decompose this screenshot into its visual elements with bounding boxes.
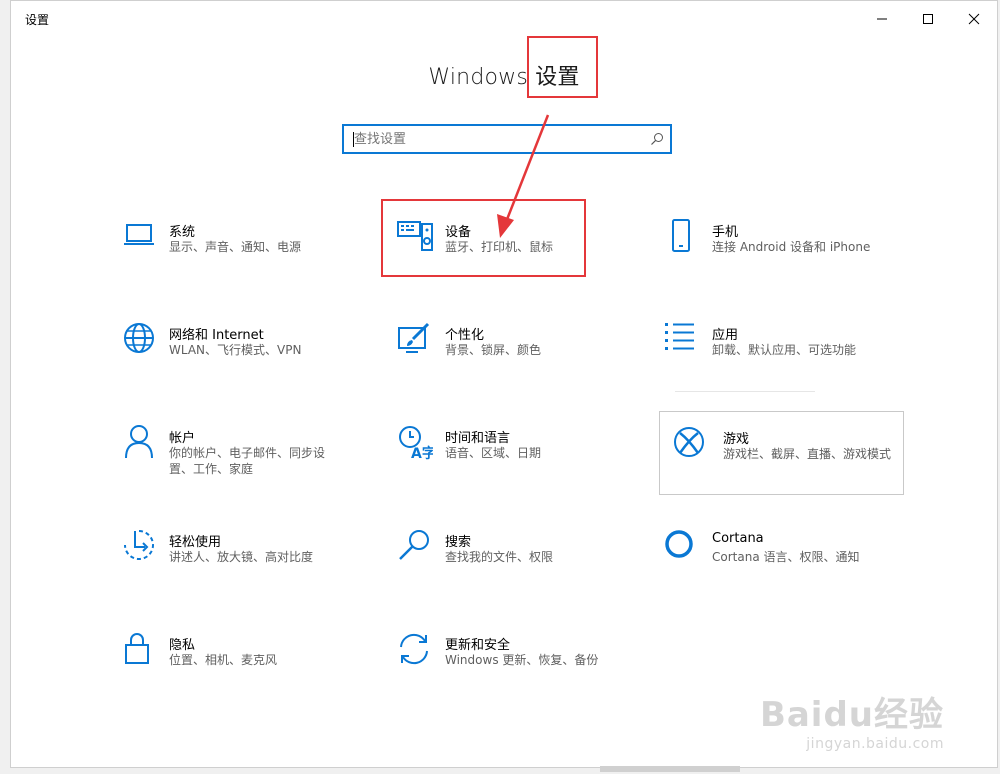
tile-subtitle: 卸载、默认应用、可选功能 bbox=[712, 343, 857, 357]
tile-subtitle: 背景、锁屏、颜色 bbox=[445, 343, 542, 357]
tile-update-security[interactable]: 更新和安全 Windows 更新、恢复、备份 bbox=[397, 632, 647, 714]
xbox-icon bbox=[674, 427, 704, 457]
tile-subtitle: 查找我的文件、权限 bbox=[445, 550, 554, 564]
window-controls bbox=[859, 1, 997, 37]
page-title: Windows 设置 bbox=[428, 65, 580, 90]
laptop-icon bbox=[124, 224, 154, 245]
person-icon bbox=[125, 425, 153, 459]
tile-subtitle: 位置、相机、麦克风 bbox=[169, 653, 278, 667]
search-input[interactable] bbox=[344, 126, 670, 152]
ease-of-access-icon bbox=[124, 530, 154, 560]
cortana-circle-icon bbox=[665, 530, 693, 558]
tile-title: 应用 bbox=[712, 328, 739, 343]
tile-title: 时间和语言 bbox=[445, 431, 511, 446]
watermark: Baidu经验 jingyan.baidu.com bbox=[760, 687, 944, 752]
maximize-icon bbox=[923, 14, 933, 24]
tile-title: 轻松使用 bbox=[169, 535, 222, 550]
tile-title: 游戏 bbox=[723, 432, 750, 447]
tile-title: 更新和安全 bbox=[445, 638, 511, 653]
search-box[interactable] bbox=[342, 124, 672, 154]
tile-network[interactable]: 网络和 Internet WLAN、飞行模式、VPN bbox=[121, 322, 371, 404]
divider bbox=[675, 391, 815, 392]
tile-subtitle: 游戏栏、截屏、直播、游戏模式 bbox=[723, 447, 892, 461]
tile-title: 手机 bbox=[712, 225, 739, 240]
tile-title: 网络和 Internet bbox=[169, 328, 264, 343]
tile-subtitle: 讲述人、放大镜、高对比度 bbox=[169, 550, 314, 564]
time-language-icon: A字 bbox=[399, 426, 433, 461]
tile-personalization[interactable]: 个性化 背景、锁屏、颜色 bbox=[397, 322, 647, 404]
magnifier-icon bbox=[399, 530, 429, 560]
close-icon bbox=[968, 13, 980, 25]
title-bar[interactable]: 设置 bbox=[11, 1, 997, 37]
tile-title: 系统 bbox=[169, 225, 196, 240]
tile-title: 搜索 bbox=[445, 535, 472, 550]
tile-subtitle: 连接 Android 设备和 iPhone bbox=[712, 240, 871, 254]
globe-icon bbox=[124, 323, 154, 353]
tile-title: 隐私 bbox=[169, 638, 196, 653]
tile-search[interactable]: 搜索 查找我的文件、权限 bbox=[397, 529, 647, 611]
minimize-button[interactable] bbox=[859, 1, 905, 37]
tile-time-language[interactable]: A字 时间和语言 语音、区域、日期 bbox=[397, 425, 647, 507]
tile-subtitle: 显示、声音、通知、电源 bbox=[169, 240, 302, 254]
taskbar-fragment bbox=[600, 766, 740, 772]
watermark-logo: Baidu经验 bbox=[759, 695, 944, 735]
tile-title: 帐户 bbox=[169, 431, 196, 446]
tile-subtitle: Cortana 语言、权限、通知 bbox=[712, 550, 860, 564]
maximize-button[interactable] bbox=[905, 1, 951, 37]
tile-accounts[interactable]: 帐户 你的帐户、电子邮件、同步设置、工作、家庭 bbox=[121, 425, 371, 507]
paint-brush-icon bbox=[398, 322, 430, 353]
lock-icon bbox=[125, 633, 149, 664]
close-button[interactable] bbox=[951, 1, 997, 37]
svg-text:A字: A字 bbox=[411, 445, 433, 461]
app-list-icon bbox=[665, 323, 694, 350]
tile-subtitle: WLAN、飞行模式、VPN bbox=[169, 343, 302, 357]
refresh-arrows-icon bbox=[400, 633, 428, 665]
settings-window: 设置 Windows 设置 系统 显示、声音、通知、电源 bbox=[10, 0, 998, 768]
tile-cortana[interactable]: Cortana Cortana 语言、权限、通知 bbox=[664, 529, 914, 611]
search-icon[interactable] bbox=[650, 132, 664, 146]
tile-privacy[interactable]: 隐私 位置、相机、麦克风 bbox=[121, 632, 371, 714]
phone-icon bbox=[672, 219, 690, 252]
tile-phone[interactable]: 手机 连接 Android 设备和 iPhone bbox=[664, 219, 914, 301]
text-caret bbox=[353, 132, 354, 147]
tile-ease-of-access[interactable]: 轻松使用 讲述人、放大镜、高对比度 bbox=[121, 529, 371, 611]
tile-system[interactable]: 系统 显示、声音、通知、电源 bbox=[121, 219, 371, 301]
annotation-box-devices bbox=[381, 199, 586, 277]
tile-subtitle: 语音、区域、日期 bbox=[445, 446, 542, 460]
annotation-box-title bbox=[527, 36, 598, 98]
minimize-icon bbox=[877, 18, 887, 20]
tile-title: 个性化 bbox=[445, 328, 485, 343]
window-title: 设置 bbox=[25, 13, 50, 27]
tile-subtitle: 你的帐户、电子邮件、同步设置、工作、家庭 bbox=[169, 446, 326, 476]
tile-title: Cortana bbox=[712, 531, 764, 546]
tile-subtitle: Windows 更新、恢复、备份 bbox=[445, 653, 599, 667]
tile-gaming[interactable]: 游戏 游戏栏、截屏、直播、游戏模式 bbox=[659, 411, 904, 495]
watermark-url: jingyan.baidu.com bbox=[806, 736, 944, 752]
